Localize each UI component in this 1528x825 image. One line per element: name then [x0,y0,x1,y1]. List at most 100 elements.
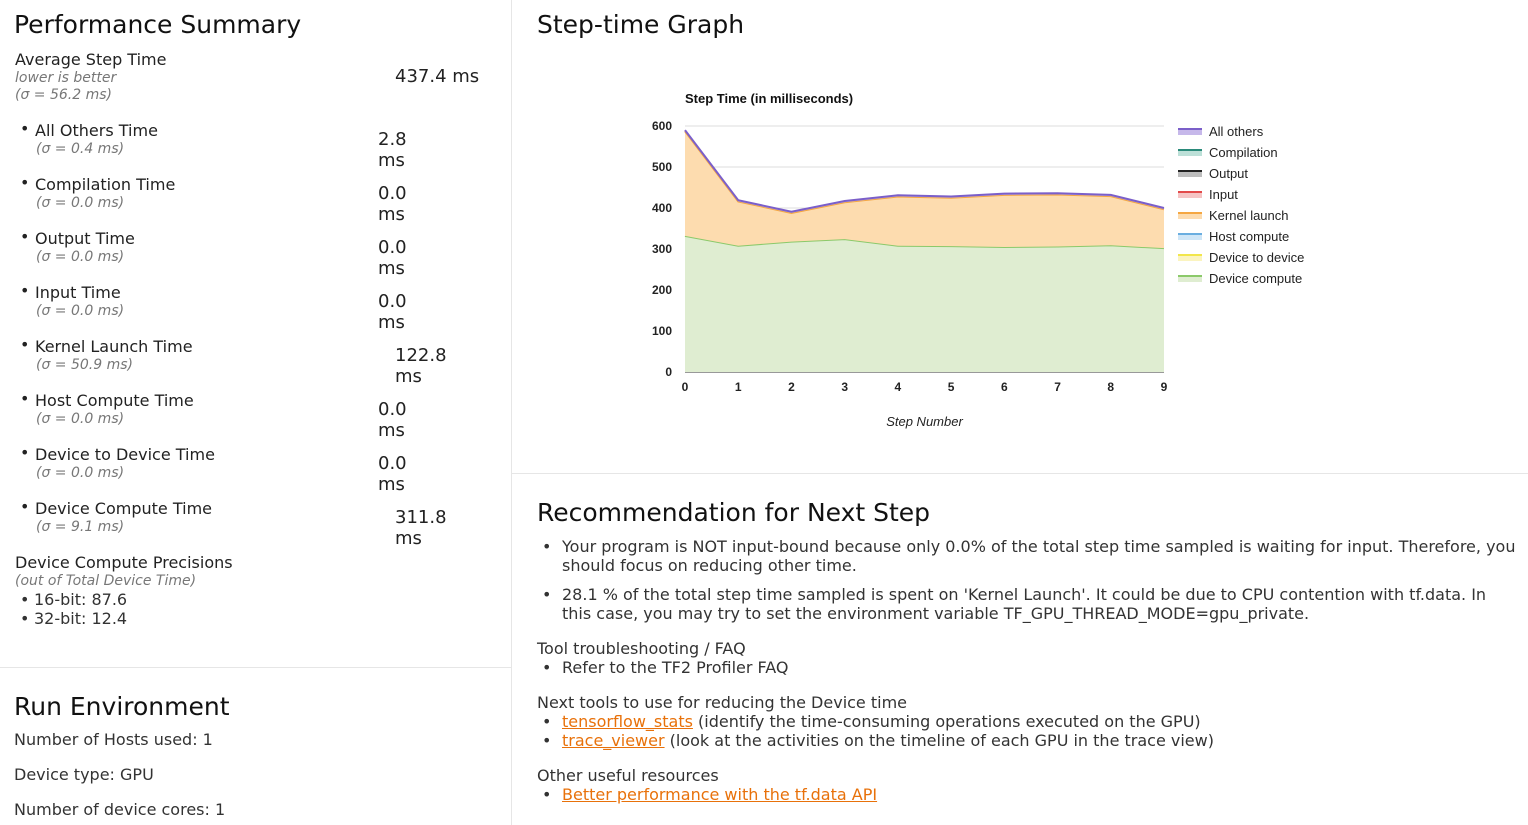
breakdown-label: Output Time [35,229,135,248]
performance-summary-title: Performance Summary [14,10,302,39]
breakdown-label: Compilation Time [35,175,176,194]
breakdown-value: 0.0 ms [378,399,407,441]
tool-description: (look at the activities on the timeline … [664,731,1214,750]
bullet-icon: • [20,497,30,516]
breakdown-value: 0.0 ms [378,237,407,279]
tensorflow-stats-link[interactable]: tensorflow_stats [562,712,693,731]
breakdown-sigma: (σ = 0.0 ms) [36,195,125,211]
x-tick-label: 4 [895,380,902,394]
x-axis-label: Step Number [886,414,963,429]
legend-label: Host compute [1209,229,1289,244]
breakdown-device-compute: • Device Compute Time (σ = 9.1 ms) 311.8… [20,497,447,549]
average-step-time-sigma: (σ = 56.2 ms) [15,87,112,103]
bullet-icon: • [542,658,552,677]
precision-32bit: • 32-bit: 12.4 [20,609,128,628]
trace-viewer-link[interactable]: trace_viewer [562,731,665,750]
tool-description: (identify the time-consuming operations … [692,712,1201,731]
legend-label: Input [1209,187,1238,202]
breakdown-input: • Input Time (σ = 0.0 ms) 0.0 ms [20,281,407,333]
tf-data-performance-link[interactable]: Better performance with the tf.data API [562,785,877,804]
bullet-icon: • [20,173,30,192]
y-tick-label: 300 [652,242,672,256]
bullet-icon: • [20,389,30,408]
legend-label: Kernel launch [1209,208,1289,223]
y-tick-label: 0 [665,365,672,379]
x-tick-label: 5 [948,380,955,394]
legend-label: Device to device [1209,250,1304,265]
legend-label: Device compute [1209,271,1302,286]
bullet-icon: • [542,731,552,750]
chart-title: Step Time (in milliseconds) [685,91,853,106]
faq-item: • Refer to the TF2 Profiler FAQ [542,658,789,677]
run-environment-panel: Run Environment Number of Hosts used: 1 … [0,668,512,825]
breakdown-value: 0.0 ms [378,183,407,225]
y-tick-label: 100 [652,324,672,338]
breakdown-sigma: (σ = 0.0 ms) [36,411,125,427]
breakdown-sigma: (σ = 9.1 ms) [36,519,125,535]
recommendation-panel: Recommendation for Next Step • Your prog… [512,474,1528,825]
breakdown-label: Kernel Launch Time [35,337,193,356]
recommendation-item: • Your program is NOT input-bound becaus… [542,537,1516,575]
breakdown-label: All Others Time [35,121,158,140]
precisions-title: Device Compute Precisions [15,553,233,572]
bullet-icon: • [542,585,552,604]
bullet-icon: • [20,609,30,628]
x-tick-label: 6 [1001,380,1008,394]
next-tools-title: Next tools to use for reducing the Devic… [537,693,908,712]
breakdown-output: • Output Time (σ = 0.0 ms) 0.0 ms [20,227,407,279]
breakdown-sigma: (σ = 0.4 ms) [36,141,125,157]
x-tick-label: 2 [788,380,795,394]
y-tick-label: 600 [652,119,672,133]
breakdown-sigma: (σ = 0.0 ms) [36,465,125,481]
faq-title: Tool troubleshooting / FAQ [537,639,746,658]
legend-label: All others [1209,124,1264,139]
breakdown-sigma: (σ = 50.9 ms) [36,357,133,373]
device-type-text: Device type: GPU [14,765,154,784]
breakdown-value: 0.0 ms [378,291,407,333]
y-tick-label: 400 [652,201,672,215]
bullet-icon: • [542,537,552,556]
breakdown-label: Device Compute Time [35,499,213,518]
x-tick-label: 1 [735,380,742,394]
breakdown-sigma: (σ = 0.0 ms) [36,303,125,319]
breakdown-label: Device to Device Time [35,445,215,464]
breakdown-label: Input Time [35,283,121,302]
step-time-chart: Step Time (in milliseconds) 0 100 200 300 400… [652,91,1304,429]
breakdown-label: Host Compute Time [35,391,194,410]
bullet-icon: • [542,785,552,804]
y-tick-label: 500 [652,160,672,174]
area-kernel-launch [685,131,1164,249]
recommendation-title: Recommendation for Next Step [537,498,931,527]
x-tick-label: 8 [1107,380,1114,394]
breakdown-compilation: • Compilation Time (σ = 0.0 ms) 0.0 ms [20,173,407,225]
performance-summary-panel: Performance Summary Average Step Time lo… [0,0,512,668]
average-step-time-value: 437.4 ms [395,66,480,87]
legend-label: Compilation [1209,145,1278,160]
device-compute-precisions: Device Compute Precisions (out of Total … [15,553,495,589]
run-environment-title: Run Environment [14,692,230,721]
tool-item-tensorflow-stats: • tensorflow_stats (identify the time-co… [542,712,1201,731]
bullet-icon: • [20,227,30,246]
x-tick-label: 7 [1054,380,1061,394]
other-resources-title: Other useful resources [537,766,719,785]
step-time-graph-panel: Step-time Graph Step Time (in millisecon… [512,0,1528,474]
breakdown-host-compute: • Host Compute Time (σ = 0.0 ms) 0.0 ms [20,389,407,441]
breakdown-value: 0.0 ms [378,453,407,495]
device-cores-text: Number of device cores: 1 [14,800,226,819]
bullet-icon: • [20,443,30,462]
bullet-icon: • [20,335,30,354]
precision-16bit: • 16-bit: 87.6 [20,590,128,609]
breakdown-sigma: (σ = 0.0 ms) [36,249,125,265]
x-tick-label: 3 [841,380,848,394]
breakdown-value: 122.8 ms [395,345,447,387]
legend-label: Output [1209,166,1248,181]
precisions-sub: (out of Total Device Time) [15,573,197,589]
bullet-icon: • [20,590,30,609]
bullet-icon: • [20,119,30,138]
area-device-compute [685,235,1164,372]
hosts-used-text: Number of Hosts used: 1 [14,730,213,749]
x-tick-label: 0 [682,380,689,394]
x-tick-label: 9 [1161,380,1168,394]
breakdown-value: 311.8 ms [395,507,447,549]
breakdown-kernel-launch: • Kernel Launch Time (σ = 50.9 ms) 122.8… [20,335,447,387]
